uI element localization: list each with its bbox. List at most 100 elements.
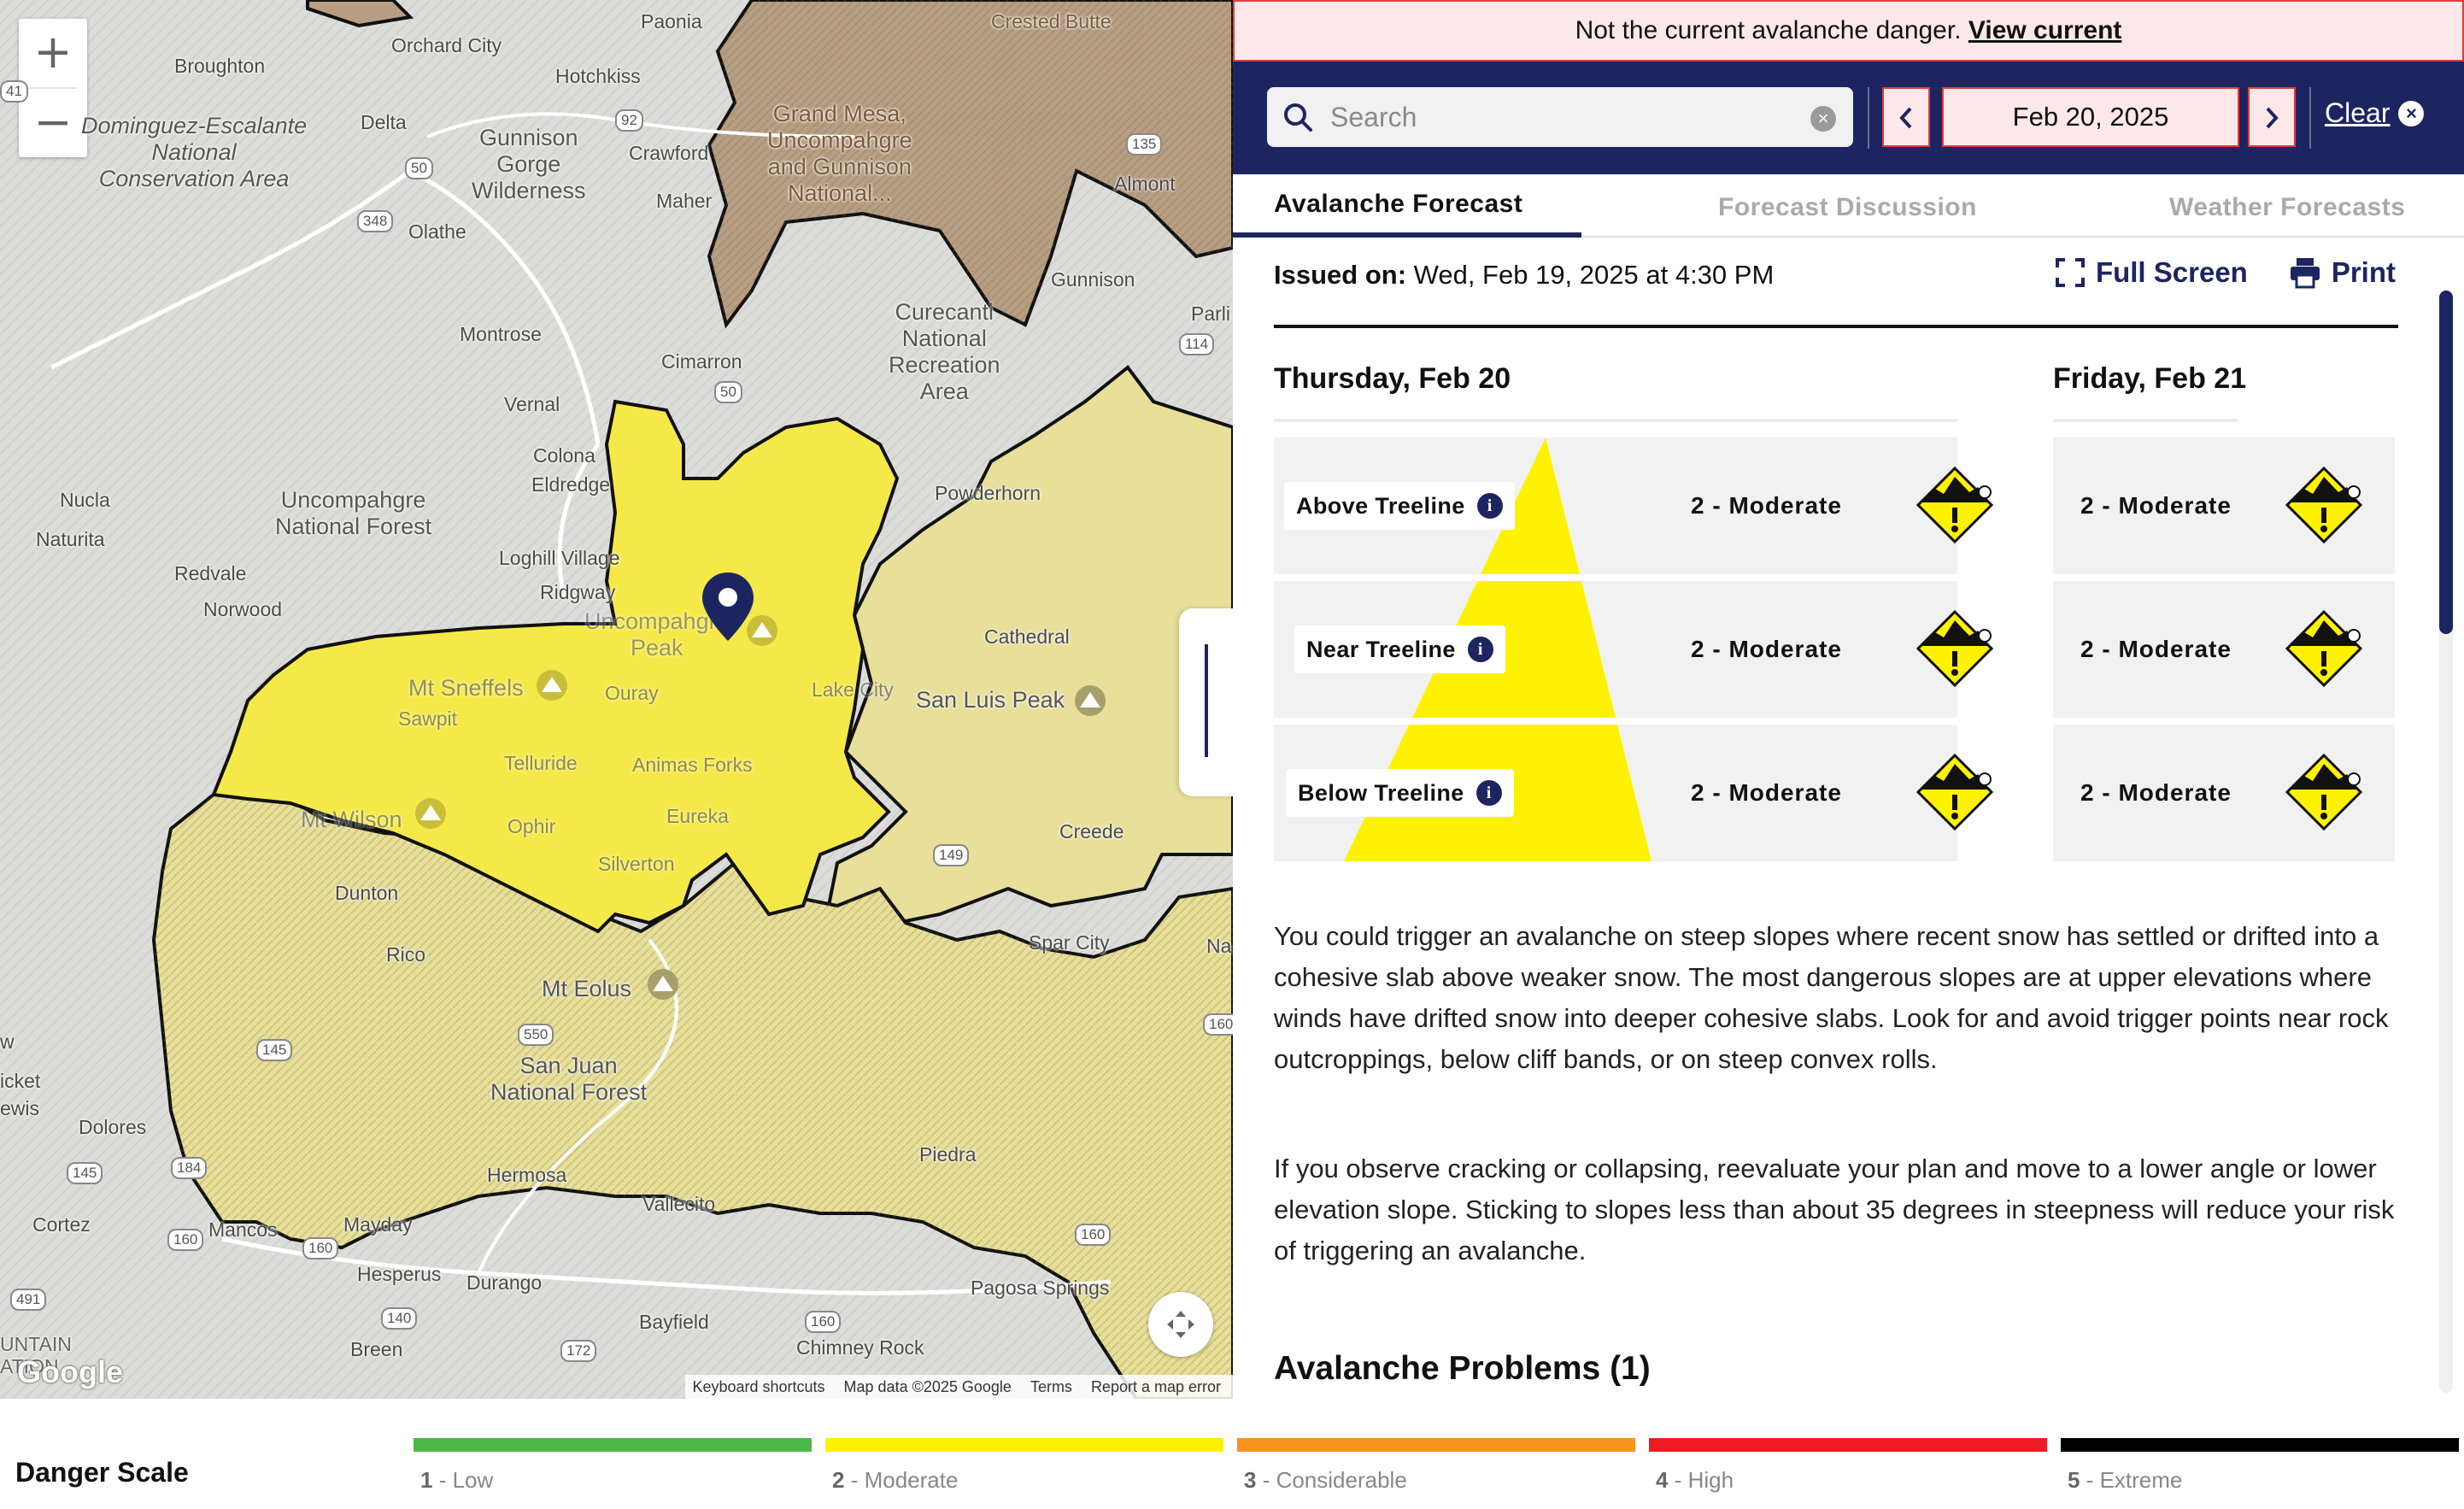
map-label: Crested Butte [991,10,1112,32]
keyboard-shortcuts-link[interactable]: Keyboard shortcuts [692,1375,824,1399]
map-label: Vallecito [642,1193,716,1215]
danger-rating: 2 - Moderate [1691,492,1842,519]
search-icon [1284,103,1312,132]
danger-bar [825,1438,1223,1452]
clear-date-button[interactable]: Clear × [2325,97,2425,129]
tab-weather-forecasts[interactable]: Weather Forecasts [2169,193,2405,222]
map-label: Eldredge [531,473,611,496]
route-shield: 50 [405,157,433,179]
active-tab-indicator [1233,232,1581,238]
map-label: Curecanti National Recreation Area [889,299,1000,405]
grid-divider [1274,419,1957,422]
map-label: Grand Mesa, Uncompahgre and Gunnison Nat… [767,101,912,207]
forecast-summary: If you observe cracking or collapsing, r… [1274,1154,2395,1265]
map-label: Ouray [605,682,659,704]
info-icon[interactable]: i [1476,493,1503,519]
moderate-danger-icon [2285,610,2362,687]
crosshair-arrows-icon [1167,1311,1194,1338]
scrollbar[interactable] [2439,291,2453,1393]
map-label: Gunnison Gorge Wilderness [472,125,586,204]
route-shield: 145 [256,1039,293,1061]
level-number: 4 [1656,1467,1669,1493]
print-label: Print [2331,256,2396,288]
map-label: Mancos [208,1218,278,1241]
zoom-out-button[interactable]: − [19,89,87,157]
printer-icon [2290,258,2320,289]
clear-search-icon[interactable]: × [1810,106,1836,132]
print-button[interactable]: Print [2289,256,2396,289]
route-shield: 160 [1075,1224,1112,1246]
map-label: Cortez [32,1213,91,1236]
moderate-danger-icon [1916,610,1993,687]
issued-label: Issued on: [1274,260,1407,290]
map-label: Ridgway [540,581,616,603]
route-shield: 135 [1126,133,1163,156]
avalanche-problems-heading: Avalanche Problems (1) [1274,1350,1651,1388]
map-label: San Juan National Forest [490,1053,648,1106]
info-icon[interactable]: i [1467,637,1493,662]
map-label: Powderhorn [935,482,1041,504]
chevron-left-icon [1899,107,1912,129]
danger-level-label: 2 - Moderate [825,1467,1223,1494]
full-screen-button[interactable]: Full Screen [2055,256,2248,289]
banner-text: Not the current avalanche danger. [1575,16,1962,44]
map-label: Dominguez-Escalante National Conservatio… [81,113,308,192]
map-label: Hotchkiss [555,65,641,87]
map-label: Dunton [335,882,399,904]
zoom-in-button[interactable]: + [19,19,87,87]
issued-date: Issued on: Wed, Feb 19, 2025 at 4:30 PM [1274,260,1774,291]
scrollbar-thumb[interactable] [2439,291,2453,634]
route-shield: 550 [518,1024,554,1046]
map-label: Naturita [36,528,105,550]
map-label: Montrose [460,323,542,345]
map-label: w [0,1030,15,1053]
map-data-text: Map data ©2025 Google [843,1378,1012,1395]
map-label: Cathedral [984,625,1070,648]
map-label: Creede [1059,820,1124,843]
route-shield: 92 [615,109,643,132]
map-label: Dolores [79,1116,147,1138]
close-icon: × [2398,101,2425,126]
map-label: Eureka [666,805,729,827]
moderate-danger-icon [1916,754,1993,831]
tab-forecast-discussion[interactable]: Forecast Discussion [1718,193,1977,222]
route-shield: 41 [0,80,28,103]
toolbar-divider [2309,87,2311,149]
map-view[interactable]: + − Paonia Orchard City Crested Butte Br… [0,0,1233,1399]
info-icon[interactable]: i [1475,780,1502,806]
next-day-button[interactable] [2248,87,2296,147]
danger-rating: 2 - Moderate [2080,779,2232,806]
forecast-actions: Full Screen Print [2055,256,2396,289]
view-current-link[interactable]: View current [1968,16,2122,44]
level-number: 1 [420,1467,433,1493]
map-label: Parli [1191,302,1231,325]
map-label: ewis [0,1097,40,1119]
tab-avalanche-forecast[interactable]: Avalanche Forecast [1274,190,1522,219]
danger-level-moderate: 2 - Moderate [825,1438,1223,1494]
danger-bar [2061,1438,2459,1452]
elevation-name: Above Treeline [1296,493,1465,519]
route-shield: 160 [167,1229,204,1251]
map-label: Crawford [629,142,709,164]
report-error-link[interactable]: Report a map error [1091,1375,1221,1399]
problems-count: (1) [1610,1350,1651,1387]
danger-level-low: 1 - Low [414,1438,812,1494]
google-logo: Google [17,1354,123,1389]
zoom-controls: + − [19,19,87,157]
location-pin-icon[interactable] [701,571,755,643]
map-label: Olathe [408,220,466,243]
recenter-button[interactable] [1148,1292,1213,1357]
route-shield: 160 [805,1311,842,1333]
map-label: San Luis Peak [916,687,1065,713]
collapse-panel-handle[interactable] [1179,608,1233,796]
date-picker[interactable]: Feb 20, 2025 [1942,87,2239,147]
search-input[interactable] [1330,87,1775,147]
terms-link[interactable]: Terms [1030,1375,1072,1399]
map-label: Orchard City [391,34,502,56]
fullscreen-icon [2055,258,2085,287]
level-name: - Low [432,1467,494,1493]
previous-day-button[interactable] [1882,87,1930,147]
route-shield: 140 [381,1307,418,1330]
map-label: Broughton [174,55,266,77]
day-title: Friday, Feb 21 [2053,362,2247,395]
